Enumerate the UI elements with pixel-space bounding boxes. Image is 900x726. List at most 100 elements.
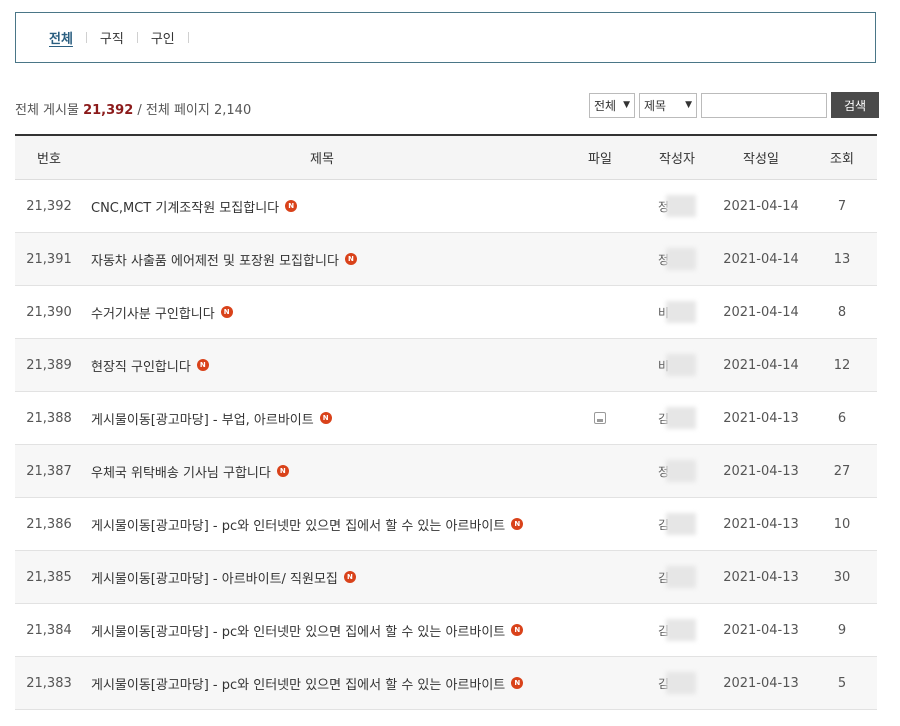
post-title-cell: 수거기사분 구인합니다 N	[83, 303, 561, 322]
search-field-select[interactable]: 제목 ▼	[639, 92, 697, 118]
post-author: 김	[639, 619, 715, 641]
post-views: 30	[833, 569, 851, 585]
new-badge-icon: N	[511, 624, 524, 636]
post-title-cell: 우체국 위탁배송 기사님 구합니다 N	[83, 462, 561, 481]
post-date: 2021-04-14	[723, 198, 799, 214]
post-views: 5	[837, 675, 847, 691]
author-name-blurred	[666, 301, 697, 323]
new-badge-icon: N	[511, 677, 524, 689]
post-title-cell: 자동차 사출품 에어제전 및 포장원 모집합니다 N	[83, 250, 561, 269]
post-date: 2021-04-13	[723, 463, 799, 479]
column-header-title: 제목	[310, 152, 334, 167]
summary-separator: /	[137, 103, 142, 118]
table-row[interactable]: 21,389 현장직 구인합니다 N 비 2021-04-14 12	[15, 339, 877, 392]
post-title-link[interactable]: 우체국 위탁배송 기사님 구합니다	[91, 462, 271, 481]
post-number: 21,385	[26, 569, 72, 585]
post-title-link[interactable]: 게시물이동[광고마당] - 아르바이트/ 직원모집	[91, 568, 338, 587]
post-date: 2021-04-13	[723, 569, 799, 585]
post-views: 13	[833, 251, 851, 267]
tab-divider	[85, 32, 87, 43]
total-posts-count: 21,392	[83, 103, 134, 118]
tab-hiring[interactable]: 구인	[151, 28, 175, 47]
post-number: 21,390	[26, 304, 72, 320]
post-author: 김	[639, 566, 715, 588]
author-name-blurred	[666, 619, 697, 641]
tab-divider	[136, 32, 138, 43]
tab-job-seeking[interactable]: 구직	[100, 28, 124, 47]
post-views: 7	[837, 198, 847, 214]
total-posts-label: 전체 게시물	[15, 103, 79, 118]
tab-divider	[187, 32, 189, 43]
table-row[interactable]: 21,388 게시물이동[광고마당] - 부업, 아르바이트 N 김 2021-04-1…	[15, 392, 877, 445]
chevron-down-icon: ▼	[623, 100, 630, 110]
search-scope-value: 전체	[594, 98, 617, 113]
table-row[interactable]: 21,387 우체국 위탁배송 기사님 구합니다 N 정 2021-04-13 27	[15, 445, 877, 498]
post-views: 6	[837, 410, 847, 426]
post-date: 2021-04-13	[723, 410, 799, 426]
post-author: 정	[639, 195, 715, 217]
search-button[interactable]: 검색	[831, 92, 879, 118]
post-title-cell: 게시물이동[광고마당] - pc와 인터넷만 있으면 집에서 할 수 있는 아르…	[83, 621, 561, 640]
table-body: 21,392 CNC,MCT 기계조작원 모집합니다 N 정 2021-04-14 7 21…	[15, 180, 877, 710]
post-file-cell	[561, 412, 639, 424]
table-row[interactable]: 21,391 자동차 사출품 에어제전 및 포장원 모집합니다 N 정 2021-04-…	[15, 233, 877, 286]
category-tabs: 전체 구직 구인	[15, 12, 876, 63]
author-name-blurred	[666, 354, 697, 376]
post-number: 21,388	[26, 410, 72, 426]
post-number: 21,384	[26, 622, 72, 638]
table-row[interactable]: 21,392 CNC,MCT 기계조작원 모집합니다 N 정 2021-04-14 7	[15, 180, 877, 233]
post-views: 9	[837, 622, 847, 638]
post-title-cell: 현장직 구인합니다 N	[83, 356, 561, 375]
post-title-link[interactable]: 수거기사분 구인합니다	[91, 303, 215, 322]
author-name-blurred	[666, 407, 697, 429]
new-badge-icon: N	[220, 306, 233, 318]
new-badge-icon: N	[319, 412, 332, 424]
post-title-cell: 게시물이동[광고마당] - pc와 인터넷만 있으면 집에서 할 수 있는 아르…	[83, 515, 561, 534]
post-author: 김	[639, 407, 715, 429]
post-author: 김	[639, 672, 715, 694]
table-row[interactable]: 21,390 수거기사분 구인합니다 N 비 2021-04-14 8	[15, 286, 877, 339]
search-bar: 전체 ▼ 제목 ▼ 검색	[589, 92, 879, 118]
post-number: 21,386	[26, 516, 72, 532]
post-author: 정	[639, 248, 715, 270]
author-name-blurred	[666, 248, 697, 270]
new-badge-icon: N	[196, 359, 209, 371]
table-row[interactable]: 21,383 게시물이동[광고마당] - pc와 인터넷만 있으면 집에서 할 수…	[15, 657, 877, 710]
post-views: 10	[833, 516, 851, 532]
post-number: 21,387	[26, 463, 72, 479]
table-row[interactable]: 21,386 게시물이동[광고마당] - pc와 인터넷만 있으면 집에서 할 수…	[15, 498, 877, 551]
tab-all[interactable]: 전체	[49, 28, 73, 47]
post-author: 비	[639, 354, 715, 376]
total-pages-count: 2,140	[214, 103, 252, 118]
search-scope-select[interactable]: 전체 ▼	[589, 92, 635, 118]
column-header-date: 작성일	[743, 152, 779, 167]
post-title-cell: CNC,MCT 기계조작원 모집합니다 N	[83, 197, 561, 216]
new-badge-icon: N	[285, 200, 298, 212]
post-date: 2021-04-13	[723, 516, 799, 532]
post-number: 21,389	[26, 357, 72, 373]
post-title-link[interactable]: 게시물이동[광고마당] - pc와 인터넷만 있으면 집에서 할 수 있는 아르…	[91, 515, 505, 534]
post-title-link[interactable]: 자동차 사출품 에어제전 및 포장원 모집합니다	[91, 250, 339, 269]
post-views: 27	[833, 463, 851, 479]
column-header-author: 작성자	[659, 152, 695, 167]
author-name-blurred	[666, 513, 697, 535]
post-title-link[interactable]: 게시물이동[광고마당] - pc와 인터넷만 있으면 집에서 할 수 있는 아르…	[91, 674, 505, 693]
post-author: 정	[639, 460, 715, 482]
search-input[interactable]	[701, 92, 827, 118]
author-name-blurred	[666, 460, 697, 482]
file-attachment-icon[interactable]	[594, 412, 606, 424]
post-title-link[interactable]: 현장직 구인합니다	[91, 356, 191, 375]
column-header-number: 번호	[37, 152, 61, 167]
author-name-blurred	[666, 195, 697, 217]
post-date: 2021-04-13	[723, 622, 799, 638]
table-header: 번호 제목 파일 작성자 작성일 조회	[15, 136, 877, 180]
post-number: 21,391	[26, 251, 72, 267]
table-row[interactable]: 21,384 게시물이동[광고마당] - pc와 인터넷만 있으면 집에서 할 수…	[15, 604, 877, 657]
table-row[interactable]: 21,385 게시물이동[광고마당] - 아르바이트/ 직원모집 N 김 2021-04…	[15, 551, 877, 604]
post-title-link[interactable]: 게시물이동[광고마당] - 부업, 아르바이트	[91, 409, 314, 428]
post-author: 비	[639, 301, 715, 323]
search-field-value: 제목	[644, 98, 667, 113]
post-title-link[interactable]: CNC,MCT 기계조작원 모집합니다	[91, 197, 279, 216]
post-title-link[interactable]: 게시물이동[광고마당] - pc와 인터넷만 있으면 집에서 할 수 있는 아르…	[91, 621, 505, 640]
new-badge-icon: N	[343, 571, 356, 583]
